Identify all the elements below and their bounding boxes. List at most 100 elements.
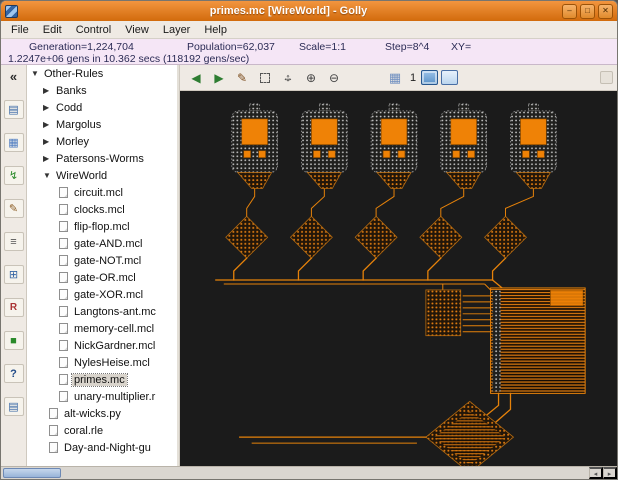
- file-icon: [49, 408, 58, 419]
- tree-file-day-and-night[interactable]: Day-and-Night-gu: [27, 439, 177, 456]
- menu-file[interactable]: File: [4, 23, 36, 37]
- zoom-in-button[interactable]: ⊕: [300, 68, 322, 88]
- expander-icon[interactable]: ▶: [43, 137, 54, 146]
- minimize-button[interactable]: –: [562, 4, 577, 19]
- expander-icon[interactable]: ▼: [31, 69, 42, 78]
- pattern-grid-button[interactable]: ▦: [4, 133, 24, 152]
- back-button[interactable]: ◀: [185, 68, 207, 88]
- rule-icon: R: [10, 302, 17, 313]
- toolbar-extra-button[interactable]: [600, 71, 613, 84]
- panel-collapse-button[interactable]: «: [4, 67, 24, 86]
- tree-file-alt-wicks[interactable]: alt-wicks.py: [27, 405, 177, 422]
- tree-folder-patersons-worms[interactable]: ▶Patersons-Worms: [27, 150, 177, 167]
- tree-folder-margolus[interactable]: ▶Margolus: [27, 116, 177, 133]
- scrollbar-thumb[interactable]: [3, 468, 61, 478]
- menu-control[interactable]: Control: [69, 23, 118, 37]
- tree-file-circuit[interactable]: circuit.mcl: [27, 184, 177, 201]
- tree-file-nylesheise[interactable]: NylesHeise.mcl: [27, 354, 177, 371]
- step-indicator: Step=8^4: [385, 41, 451, 53]
- digit-modules: [232, 104, 557, 189]
- side-toolbar: « ▤ ▦ ↯ ✎ ≡ ⊞ R ■ ? ▤: [1, 65, 27, 466]
- menu-help[interactable]: Help: [197, 23, 234, 37]
- expander-icon[interactable]: ▶: [43, 103, 54, 112]
- help-button[interactable]: ?: [4, 364, 24, 383]
- zoom-out-button[interactable]: ⊖: [323, 68, 345, 88]
- tree-file-gate-or[interactable]: gate-OR.mcl: [27, 269, 177, 286]
- layer-0-button[interactable]: [421, 70, 438, 85]
- generation-count: Generation=1,224,704: [29, 41, 187, 53]
- tree-label: Patersons-Worms: [54, 153, 146, 165]
- move-tool-button[interactable]: ↔↕: [277, 68, 299, 88]
- file-icon: [49, 442, 58, 453]
- tree-file-coral[interactable]: coral.rle: [27, 422, 177, 439]
- file-icon: [59, 187, 68, 198]
- pattern-tree: ▼Other-Rules ▶Banks ▶Codd ▶Margolus ▶Mor…: [27, 65, 177, 466]
- tree-file-flip-flop[interactable]: flip-flop.mcl: [27, 218, 177, 235]
- file-icon: [59, 306, 68, 317]
- tree-file-memory-cell[interactable]: memory-cell.mcl: [27, 320, 177, 337]
- tree-folder-morley[interactable]: ▶Morley: [27, 133, 177, 150]
- run-icon: ↯: [9, 170, 18, 182]
- tree-file-langtons-ant[interactable]: Langtons-ant.mc: [27, 303, 177, 320]
- tree-file-unary-multiplier[interactable]: unary-multiplier.r: [27, 388, 177, 405]
- file-icon: [59, 374, 68, 385]
- tree-folder-codd[interactable]: ▶Codd: [27, 99, 177, 116]
- scroll-right-button[interactable]: ▸: [603, 467, 617, 479]
- select-tool-button[interactable]: [254, 68, 276, 88]
- file-icon: [59, 323, 68, 334]
- tree-file-clocks[interactable]: clocks.mcl: [27, 201, 177, 218]
- run-script-button[interactable]: ↯: [4, 166, 24, 185]
- edit-toolbar: ◀ ▶ ✎ ↔↕ ⊕ ⊖ ▦ 1: [180, 65, 617, 91]
- forward-icon: ▶: [214, 71, 223, 85]
- golly-window: primes.mc [WireWorld] - Golly – □ ✕ File…: [0, 0, 618, 480]
- tree-label: gate-NOT.mcl: [72, 255, 143, 267]
- menu-layer[interactable]: Layer: [156, 23, 198, 37]
- expander-icon[interactable]: ▶: [43, 120, 54, 129]
- tree-folder-wireworld[interactable]: ▼WireWorld: [27, 167, 177, 184]
- tree-label: Codd: [54, 102, 84, 114]
- zoom-out-icon: ⊖: [329, 71, 339, 85]
- tree-label: memory-cell.mcl: [72, 323, 156, 335]
- file-icon: [59, 255, 68, 266]
- tree-file-gate-and[interactable]: gate-AND.mcl: [27, 235, 177, 252]
- draw-tool-button[interactable]: ✎: [231, 68, 253, 88]
- expander-icon[interactable]: ▶: [43, 86, 54, 95]
- menu-bar: File Edit Control View Layer Help: [1, 21, 617, 39]
- tree-file-gate-xor[interactable]: gate-XOR.mcl: [27, 286, 177, 303]
- expander-icon[interactable]: ▼: [43, 171, 54, 180]
- menu-view[interactable]: View: [118, 23, 156, 37]
- maximize-button[interactable]: □: [580, 4, 595, 19]
- move-icon: ↔↕: [281, 71, 295, 85]
- forward-button[interactable]: ▶: [208, 68, 230, 88]
- tree-label: Banks: [54, 85, 89, 97]
- close-button[interactable]: ✕: [598, 4, 613, 19]
- rom-block: [426, 284, 585, 393]
- file-button[interactable]: ▤: [4, 397, 24, 416]
- title-bar[interactable]: primes.mc [WireWorld] - Golly – □ ✕: [1, 1, 617, 21]
- tree-label: coral.rle: [62, 425, 105, 437]
- scale-indicator: Scale=1:1: [299, 41, 385, 53]
- rule-button[interactable]: R: [4, 298, 24, 317]
- scroll-left-button[interactable]: ◂: [589, 467, 603, 479]
- tree-folder-other-rules[interactable]: ▼Other-Rules: [27, 65, 177, 82]
- layer-count: 1: [410, 72, 416, 84]
- palette-button[interactable]: ■: [4, 331, 24, 350]
- open-pattern-button[interactable]: ▤: [4, 100, 24, 119]
- app-icon: [5, 5, 18, 18]
- layer-stack-button[interactable]: ▦: [384, 68, 406, 88]
- layers-button[interactable]: ⊞: [4, 265, 24, 284]
- output-structure: [240, 393, 514, 466]
- expander-icon[interactable]: ▶: [43, 154, 54, 163]
- tree-file-primes[interactable]: primes.mc: [27, 371, 177, 388]
- pattern-viewport[interactable]: [180, 91, 617, 466]
- notes-button[interactable]: ≡: [4, 232, 24, 251]
- horizontal-scrollbar[interactable]: ◂ ▸: [1, 466, 617, 479]
- collapse-icon: «: [10, 69, 17, 84]
- tree-file-gate-not[interactable]: gate-NOT.mcl: [27, 252, 177, 269]
- pencil-icon: ✎: [9, 203, 18, 215]
- tree-file-nickgardner[interactable]: NickGardner.mcl: [27, 337, 177, 354]
- layer-1-button[interactable]: [441, 70, 458, 85]
- tree-folder-banks[interactable]: ▶Banks: [27, 82, 177, 99]
- menu-edit[interactable]: Edit: [36, 23, 69, 37]
- draw-mode-button[interactable]: ✎: [4, 199, 24, 218]
